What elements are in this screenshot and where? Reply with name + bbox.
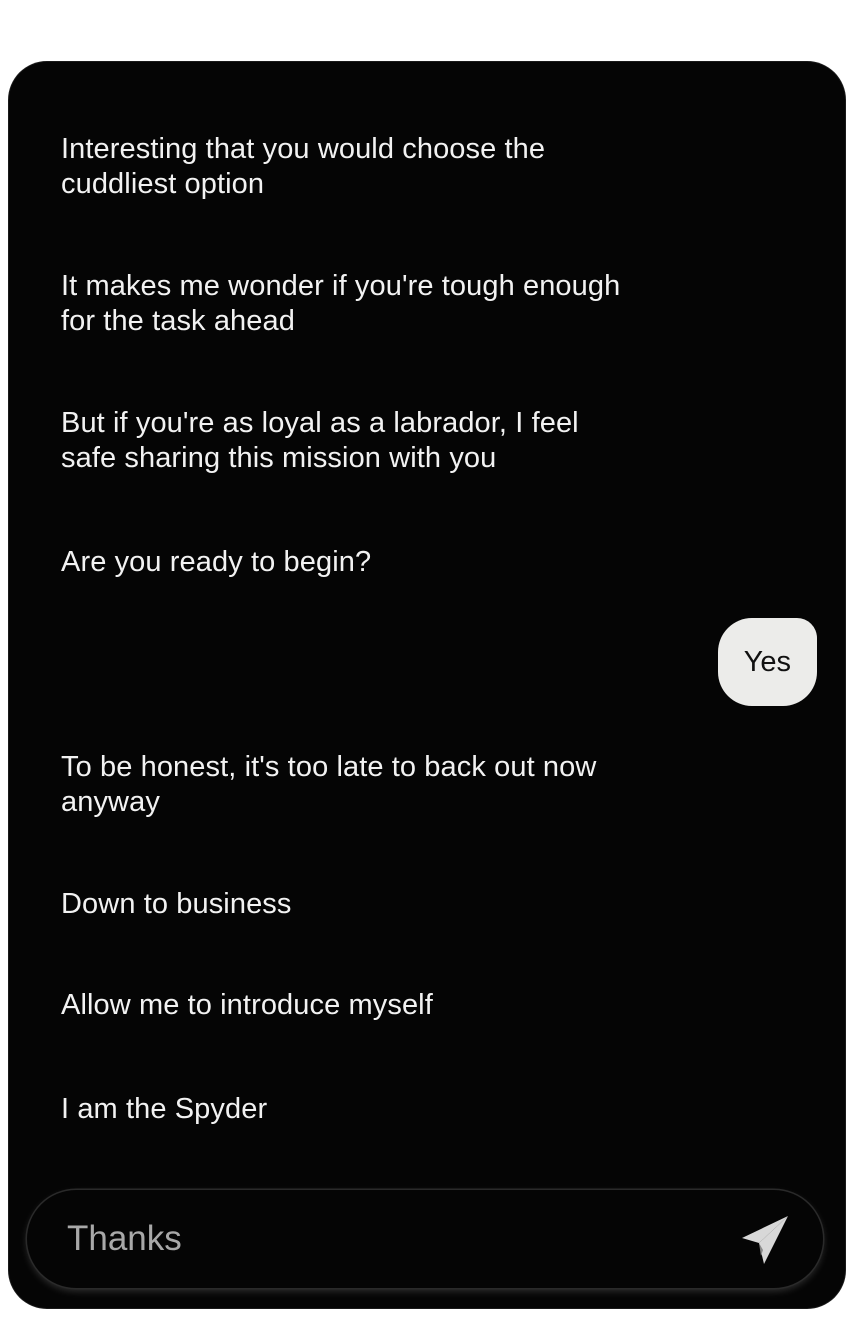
user-message-bubble: Yes (717, 618, 817, 706)
bot-message: It makes me wonder if you're tough enoug… (61, 270, 621, 337)
bot-message: Down to business (61, 888, 292, 920)
message-composer (27, 1190, 823, 1288)
chat-panel: Interesting that you would choose the cu… (9, 62, 845, 1308)
bot-message: Interesting that you would choose the cu… (61, 133, 546, 200)
bot-message: But if you're as loyal as a labrador, I … (61, 407, 579, 474)
paper-plane-icon (742, 1216, 788, 1264)
bot-message: To be honest, it's too late to back out … (61, 751, 597, 818)
bot-message: Are you ready to begin? (61, 546, 372, 578)
message-list[interactable]: Interesting that you would choose the cu… (9, 62, 845, 1172)
message-input[interactable] (67, 1190, 707, 1288)
bot-message: I am the Spyder (61, 1093, 268, 1125)
send-button[interactable] (737, 1212, 793, 1268)
bot-message: Allow me to introduce myself (61, 989, 433, 1021)
